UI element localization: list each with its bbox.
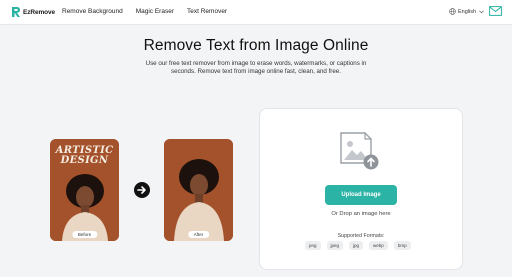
brand-logo[interactable]: EzRemove [11,6,55,18]
overlay-text-line-2: DESIGN [60,155,109,166]
upload-image-button[interactable]: Upload Image [325,185,397,205]
after-label: After [187,231,210,238]
nav-magic-eraser[interactable]: Magic Eraser [136,8,174,15]
after-sample-image: After [164,139,233,241]
language-selector[interactable]: English [449,8,484,15]
drop-hint: Or Drop an image here [331,211,391,217]
logo-icon [11,6,21,18]
page-subtitle: Use our free text remover from image to … [145,60,367,75]
top-navigation-bar: EzRemove Remove Background Magic Eraser … [0,0,512,25]
format-list: png jpeg jpg webp bmp [305,241,417,250]
format-badge: jpg [349,241,364,250]
language-label: English [458,8,477,15]
before-label: Before [71,231,98,238]
format-badge: png [305,241,321,250]
mail-icon[interactable] [489,6,502,16]
nav-remove-background[interactable]: Remove Background [62,8,123,15]
portrait-after-illustration [164,139,233,241]
overlay-text: ARTISTIC DESIGN [50,146,119,166]
globe-icon [449,8,456,15]
format-badge: jpeg [326,241,344,250]
before-sample-image: ARTISTIC DESIGN Before [50,139,119,241]
supported-formats-label: Supported Formats: [337,233,385,239]
format-badge: bmp [393,241,411,250]
image-upload-icon [340,132,379,170]
arrow-right-icon [134,182,150,198]
brand-name: EzRemove [23,8,56,16]
page-title: Remove Text from Image Online [143,37,369,54]
format-badge: webp [369,241,388,250]
nav-text-remover[interactable]: Text Remover [187,8,227,15]
chevron-down-icon [479,10,484,13]
main-nav: Remove Background Magic Eraser Text Remo… [62,8,240,15]
